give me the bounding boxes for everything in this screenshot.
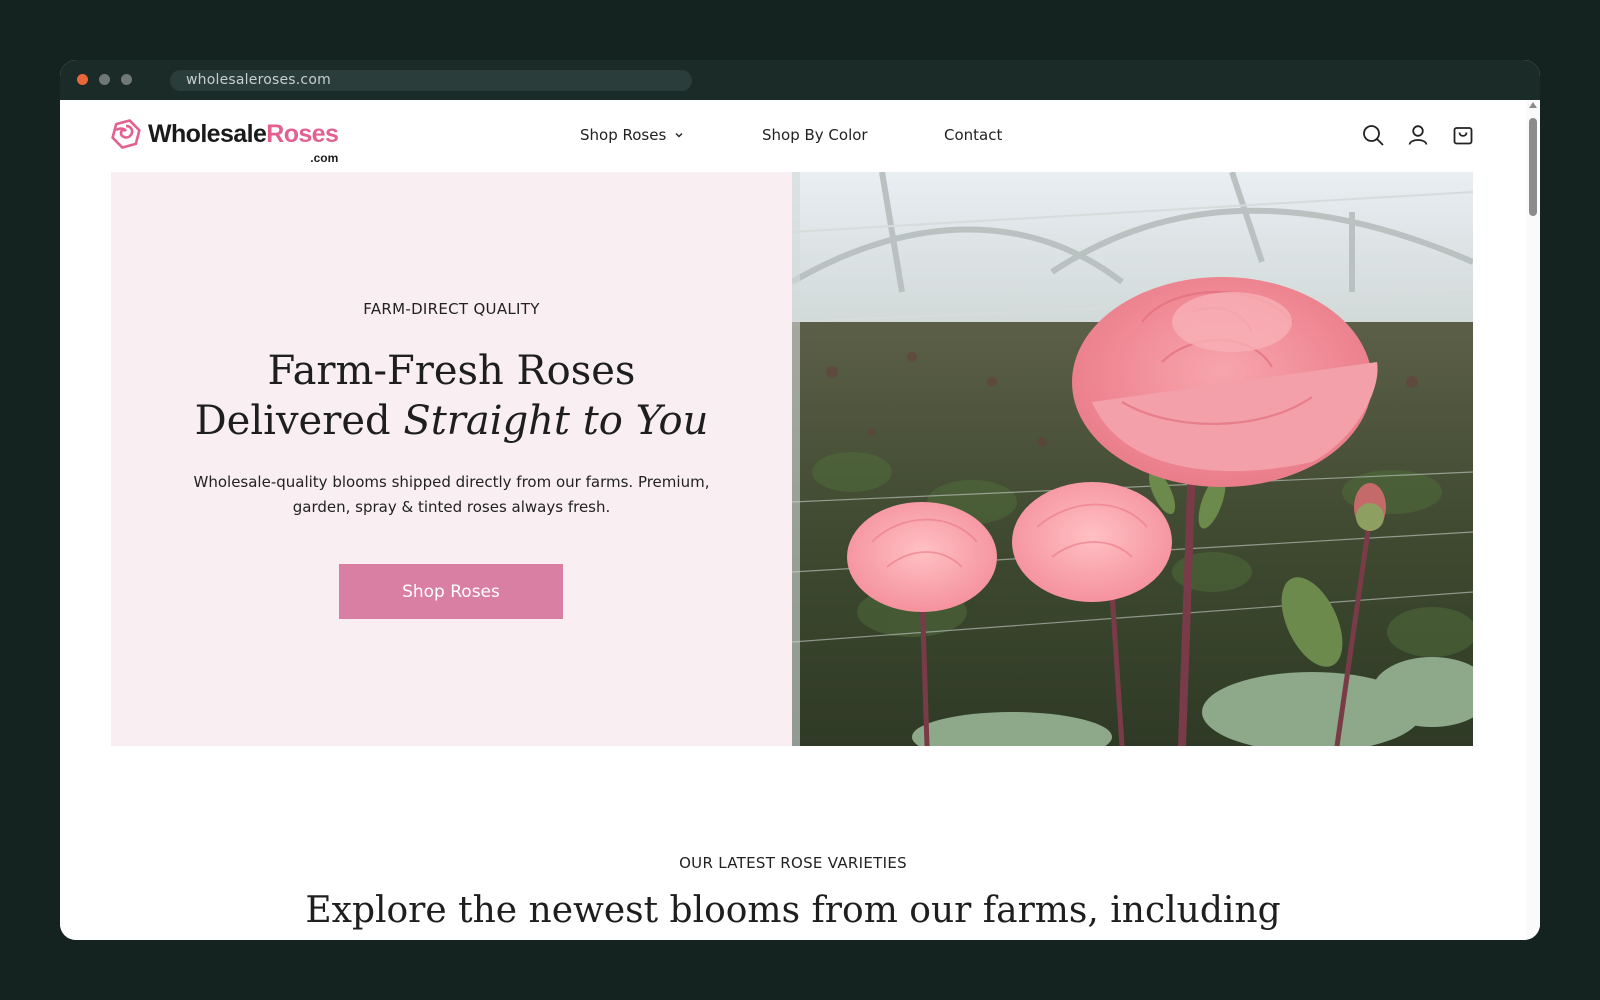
page-scrollbar[interactable] xyxy=(1526,100,1540,940)
hero-title-line1: Farm-Fresh Roses xyxy=(267,348,636,394)
browser-window: wholesaleroses.com WholesaleRoses .com S… xyxy=(60,60,1540,940)
web-page: WholesaleRoses .com Shop Roses Shop By C… xyxy=(60,100,1540,940)
logo-wordmark: WholesaleRoses .com xyxy=(148,119,339,165)
hero-subtitle: Wholesale-quality blooms shipped directl… xyxy=(193,473,710,516)
browser-titlebar: wholesaleroses.com xyxy=(60,60,1540,100)
hero-text-panel: FARM-DIRECT QUALITY Farm-Fresh Roses Del… xyxy=(111,172,792,746)
logo-suffix: .com xyxy=(310,151,339,165)
address-bar[interactable]: wholesaleroses.com xyxy=(170,70,692,91)
site-logo[interactable]: WholesaleRoses .com xyxy=(110,118,339,165)
hero-rose-photo xyxy=(792,172,1473,746)
chevron-down-icon xyxy=(675,133,683,138)
scrollbar-thumb[interactable] xyxy=(1529,118,1537,216)
maximize-window-button[interactable] xyxy=(121,74,132,85)
minimize-window-button[interactable] xyxy=(99,74,110,85)
scroll-up-arrow-icon[interactable] xyxy=(1529,102,1537,108)
shop-roses-button[interactable]: Shop Roses xyxy=(339,564,563,619)
nav-shop-roses-label: Shop Roses xyxy=(580,126,667,144)
latest-title: Explore the newest blooms from our farms… xyxy=(305,890,1281,931)
logo-word-wholesale: Wholesale xyxy=(148,120,267,148)
account-icon[interactable] xyxy=(1406,123,1430,147)
close-window-button[interactable] xyxy=(77,74,88,85)
hero-title-italic: Straight to You xyxy=(403,398,709,444)
hero-eyebrow: FARM-DIRECT QUALITY xyxy=(363,300,540,318)
nav-contact[interactable]: Contact xyxy=(944,126,1002,144)
rose-logo-icon xyxy=(111,119,141,149)
nav-shop-roses[interactable]: Shop Roses xyxy=(580,126,684,144)
nav-shop-by-color[interactable]: Shop By Color xyxy=(762,126,868,144)
hero-title-plain: Delivered xyxy=(194,398,404,444)
hero-title-line2: Delivered Straight to You xyxy=(111,396,792,446)
hero-title: Farm-Fresh Roses Delivered Straight to Y… xyxy=(111,346,792,446)
cart-icon[interactable] xyxy=(1451,123,1475,147)
address-bar-url: wholesaleroses.com xyxy=(186,72,331,88)
latest-eyebrow: OUR LATEST ROSE VARIETIES xyxy=(679,854,907,872)
greenhouse-roses-image xyxy=(792,172,1473,746)
search-icon[interactable] xyxy=(1361,123,1385,147)
